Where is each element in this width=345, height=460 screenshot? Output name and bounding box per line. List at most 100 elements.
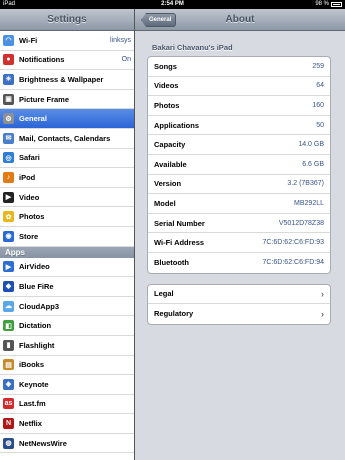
- sidebar-item-notifications[interactable]: ● Notifications On: [0, 50, 134, 71]
- about-row-key: Available: [154, 159, 187, 169]
- sidebar-item-label: CloudApp3: [19, 301, 59, 311]
- sidebar-item-label: iPod: [19, 172, 36, 182]
- about-row-value: 259: [312, 62, 324, 70]
- about-row-value: 50: [316, 121, 324, 129]
- sidebar-item-label: Video: [19, 192, 40, 202]
- about-row-capacity: Capacity 14.0 GB: [148, 135, 330, 155]
- airvideo-icon: ▶: [3, 261, 14, 273]
- sidebar-item-blue-fire[interactable]: ◆ Blue FiRe: [0, 277, 134, 297]
- last-fm-icon: as: [3, 398, 14, 410]
- sidebar-item-netflix[interactable]: N Netflix: [0, 414, 134, 434]
- about-row-value: 7C:6D:62:C6:FD:93: [262, 239, 324, 247]
- sidebar-item-label: Netflix: [19, 419, 42, 429]
- regulatory-row[interactable]: Regulatory ›: [148, 304, 330, 324]
- dictation-icon: ◧: [3, 320, 14, 332]
- about-row-key: Videos: [154, 81, 179, 91]
- sidebar-item-brightness-wallpaper[interactable]: ☀ Brightness & Wallpaper: [0, 70, 134, 90]
- cloudapp3-icon: ☁: [3, 300, 14, 312]
- about-row-key: Photos: [154, 100, 180, 110]
- apps-section-header: Apps: [0, 246, 134, 258]
- back-button[interactable]: General: [141, 13, 177, 27]
- sidebar-item-wi-fi[interactable]: ◠ Wi-Fi linksys: [0, 31, 134, 51]
- battery-indicator: 98 %: [315, 0, 342, 9]
- about-row-value: 14.0 GB: [298, 141, 324, 149]
- sidebar-item-safari[interactable]: ◎ Safari: [0, 148, 134, 169]
- sidebar-item-label: Picture Frame: [19, 94, 70, 104]
- sidebar-item-label: iBooks: [19, 360, 45, 370]
- sidebar-item-dictation[interactable]: ◧ Dictation: [0, 316, 134, 336]
- sidebar-item-label: Wi-Fi: [19, 35, 38, 45]
- legal-row[interactable]: Legal ›: [148, 285, 330, 305]
- brightness-wallpaper-icon: ☀: [3, 73, 14, 85]
- sidebar-item-cloudapp3[interactable]: ☁ CloudApp3: [0, 296, 134, 317]
- sidebar-item-label: Safari: [19, 153, 40, 163]
- settings-list: ◠ Wi-Fi linksys ● Notifications On ☀ Brightness…: [0, 31, 134, 247]
- sidebar-item-keynote[interactable]: ◈ Keynote: [0, 375, 134, 395]
- sidebar-item-ipod[interactable]: ♪ iPod: [0, 168, 134, 188]
- sidebar-item-flashlight[interactable]: ▮ Flashlight: [0, 335, 134, 356]
- picture-frame-icon: ▣: [3, 93, 14, 105]
- about-row-value: V5012D78Z38: [278, 219, 324, 227]
- about-row-videos: Videos 64: [148, 77, 330, 97]
- about-row-key: Wi-Fi Address: [154, 238, 205, 248]
- sidebar-item-label: Flashlight: [19, 340, 55, 350]
- about-row-key: Bluetooth: [154, 258, 189, 268]
- apps-list: ▶ AirVideo ◆ Blue FiRe ☁ CloudApp3 ◧ Dictation ▮…: [0, 257, 134, 454]
- sidebar-item-ibooks[interactable]: ▤ iBooks: [0, 355, 134, 376]
- sidebar-item-label: Mail, Contacts, Calendars: [19, 133, 111, 143]
- sidebar-item-picture-frame[interactable]: ▣ Picture Frame: [0, 89, 134, 110]
- sidebar-item-label: Blue FiRe: [19, 281, 54, 291]
- sidebar-item-label: NetNewsWire: [19, 438, 67, 448]
- about-row-serial-number: Serial Number V5012D78Z38: [148, 214, 330, 234]
- sidebar-item-general[interactable]: ⚙ General: [0, 109, 134, 129]
- sidebar-item-label: Notifications: [19, 55, 65, 65]
- about-row-photos: Photos 160: [148, 96, 330, 116]
- about-row-key: Model: [154, 198, 176, 208]
- regulatory-label: Regulatory: [154, 309, 194, 319]
- sidebar-item-netnewswire[interactable]: ◍ NetNewsWire: [0, 433, 134, 454]
- about-row-value: 3.2 (7B367): [287, 180, 324, 188]
- store-icon: ◉: [3, 230, 14, 242]
- settings-sidebar: Settings ◠ Wi-Fi linksys ● Notifications On ☀ B…: [0, 9, 135, 460]
- about-pane: General About Bakari Chavanu's iPad Song…: [135, 9, 345, 460]
- about-row-key: Serial Number: [154, 218, 205, 228]
- sidebar-item-airvideo[interactable]: ▶ AirVideo: [0, 257, 134, 278]
- battery-icon: [331, 2, 342, 7]
- netnewswire-icon: ◍: [3, 437, 14, 449]
- battery-percent: 98 %: [315, 1, 329, 7]
- general-icon: ⚙: [3, 113, 14, 125]
- about-title: About: [225, 14, 255, 25]
- photos-icon: ✿: [3, 211, 14, 223]
- about-info-group: Songs 259 Videos 64 Photos 160 Applications 50 C…: [147, 56, 331, 274]
- sidebar-navbar: Settings: [0, 9, 134, 31]
- about-row-version: Version 3.2 (7B367): [148, 175, 330, 195]
- about-row-value: 7C:6D:62:C6:FD:94: [262, 259, 324, 267]
- sidebar-item-video[interactable]: ▶ Video: [0, 187, 134, 208]
- sidebar-item-label: Last.fm: [19, 399, 46, 409]
- about-row-wi-fi-address: Wi-Fi Address 7C:6D:62:C6:FD:93: [148, 233, 330, 253]
- legal-label: Legal: [154, 289, 174, 299]
- about-row-value: MB292LL: [294, 199, 324, 207]
- sidebar-item-photos[interactable]: ✿ Photos: [0, 207, 134, 227]
- sidebar-item-last-fm[interactable]: as Last.fm: [0, 394, 134, 415]
- sidebar-item-label: Keynote: [19, 379, 49, 389]
- clock: 2:54 PM: [161, 1, 184, 7]
- about-row-model: Model MB292LL: [148, 194, 330, 214]
- about-row-bluetooth: Bluetooth 7C:6D:62:C6:FD:94: [148, 253, 330, 273]
- sidebar-item-label: Dictation: [19, 321, 52, 331]
- ipod-icon: ♪: [3, 171, 14, 183]
- sidebar-item-mail-contacts-calendars[interactable]: ✉ Mail, Contacts, Calendars: [0, 128, 134, 149]
- status-bar: iPad 2:54 PM 98 %: [0, 0, 345, 9]
- wi-fi-icon: ◠: [3, 34, 14, 46]
- about-row-key: Version: [154, 179, 182, 189]
- chevron-right-icon: ›: [321, 308, 324, 319]
- about-row-value: 160: [312, 101, 324, 109]
- sidebar-item-value: linksys: [109, 36, 131, 44]
- flashlight-icon: ▮: [3, 339, 14, 351]
- about-row-applications: Applications 50: [148, 116, 330, 136]
- about-row-key: Capacity: [154, 140, 186, 150]
- sidebar-item-value: On: [121, 56, 131, 64]
- sidebar-item-label: Store: [19, 231, 39, 241]
- sidebar-item-store[interactable]: ◉ Store: [0, 226, 134, 247]
- about-row-value: 6.6 GB: [302, 160, 324, 168]
